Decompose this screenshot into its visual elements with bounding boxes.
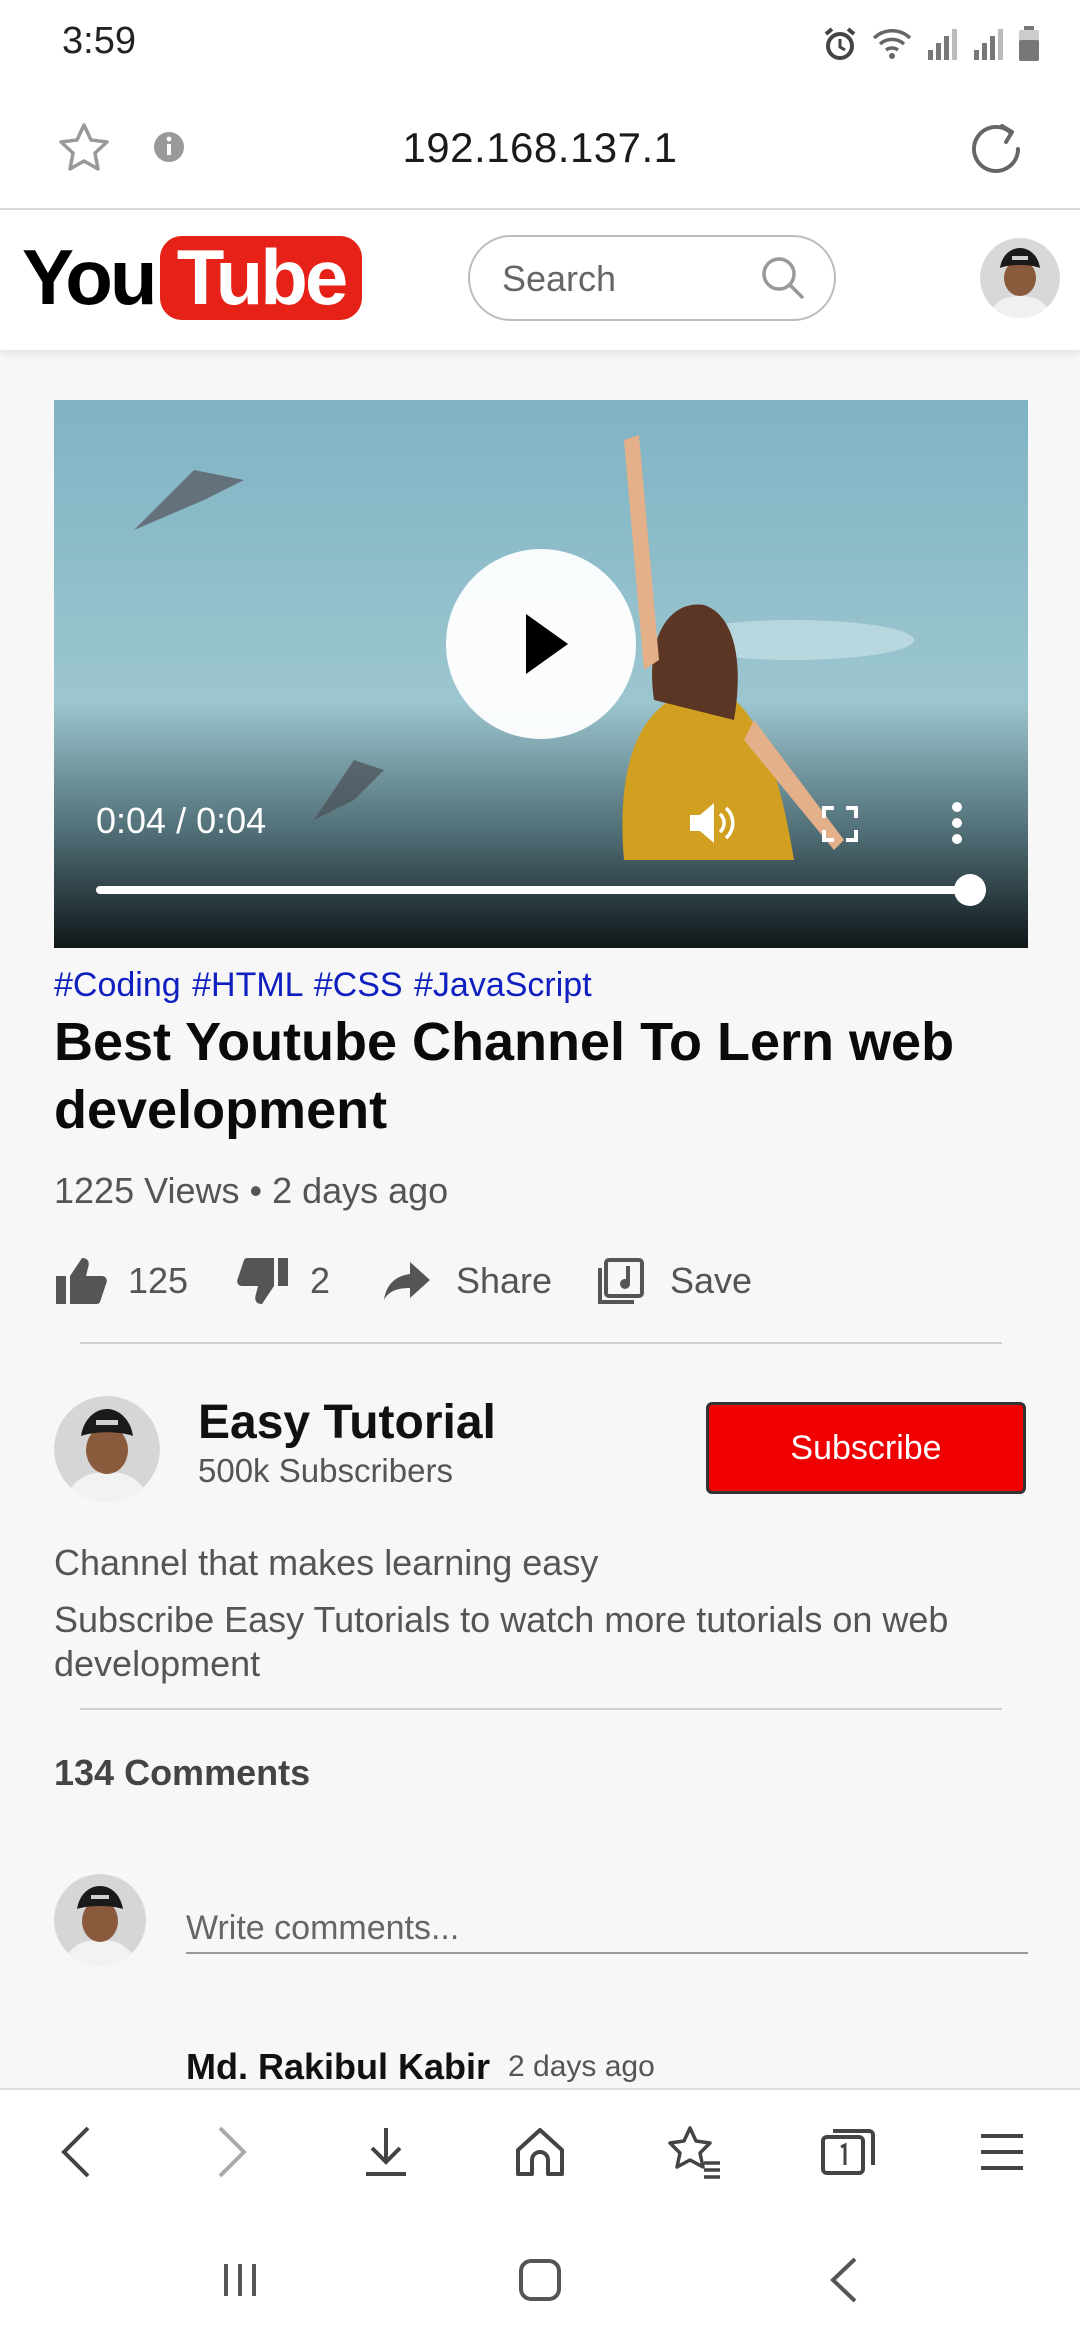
thumbs-down-icon[interactable]: [236, 1256, 290, 1306]
status-icons: [822, 22, 1040, 66]
logo-tube-text[interactable]: Tube: [160, 232, 362, 323]
comment-author[interactable]: Md. Rakibul Kabir: [186, 2046, 490, 2088]
signal-1-icon: [928, 29, 957, 60]
channel-description-line1: Channel that makes learning easy: [54, 1542, 599, 1583]
volume-icon[interactable]: [688, 800, 738, 846]
video-progress-handle[interactable]: [954, 874, 986, 906]
recent-apps-icon[interactable]: [220, 2260, 260, 2300]
download-icon[interactable]: [364, 2126, 408, 2178]
channel-avatar[interactable]: [54, 1396, 160, 1502]
system-back-button[interactable]: [814, 2250, 874, 2310]
home-icon[interactable]: [514, 2126, 566, 2178]
bookmark-list-icon[interactable]: [666, 2125, 722, 2179]
share-label[interactable]: Share: [456, 1260, 552, 1302]
comments-count: 134 Comments: [54, 1752, 311, 1793]
current-user-avatar: [54, 1874, 146, 1966]
back-button[interactable]: [44, 2120, 108, 2184]
dislike-count: 2: [310, 1260, 331, 1301]
subscribe-button[interactable]: Subscribe: [706, 1402, 1026, 1494]
menu-button[interactable]: [970, 2120, 1034, 2184]
thumbs-up-icon[interactable]: [54, 1256, 108, 1306]
video-time: 0:04 / 0:04: [96, 800, 267, 841]
system-back-icon[interactable]: [829, 2257, 859, 2303]
reload-icon[interactable]: [966, 118, 1026, 178]
downloads-button[interactable]: [354, 2120, 418, 2184]
playlist-add-icon[interactable]: [598, 1258, 644, 1304]
like-count: 125: [128, 1260, 189, 1301]
video-progress-bar[interactable]: [96, 886, 970, 894]
play-icon[interactable]: [522, 612, 572, 676]
recent-apps-button[interactable]: [210, 2250, 270, 2310]
status-time: 3:59: [62, 20, 136, 62]
bookmarks-button[interactable]: [662, 2120, 726, 2184]
search-icon[interactable]: [760, 255, 806, 301]
channel-description-line2: Subscribe Easy Tutorials to watch more t…: [54, 1599, 949, 1684]
signal-2-icon: [974, 29, 1003, 60]
video-tags[interactable]: #Coding #HTML #CSS #JavaScript: [54, 966, 592, 1005]
channel-subscribers: 500k Subscribers: [198, 1452, 453, 1489]
divider: [80, 1342, 1002, 1344]
save-label[interactable]: Save: [670, 1260, 752, 1302]
save-button[interactable]: Save: [598, 1256, 752, 1306]
logo-you-text[interactable]: You: [22, 232, 158, 323]
tabs-button[interactable]: [816, 2120, 880, 2184]
video-title: Best Youtube Channel To Lern web develop…: [54, 1012, 955, 1140]
home-button[interactable]: [508, 2120, 572, 2184]
fullscreen-icon[interactable]: [820, 804, 860, 844]
comment-input[interactable]: [186, 1904, 1028, 1954]
more-options-icon[interactable]: [950, 800, 964, 846]
url-text[interactable]: 192.168.137.1: [0, 124, 1080, 172]
system-home-button[interactable]: [510, 2250, 570, 2310]
like-button[interactable]: 125: [54, 1256, 188, 1306]
chevron-right-icon[interactable]: [216, 2126, 248, 2178]
alarm-icon: [824, 27, 856, 60]
forward-button[interactable]: [200, 2120, 264, 2184]
wifi-icon: [872, 29, 912, 59]
channel-name[interactable]: Easy Tutorial: [198, 1395, 496, 1450]
dislike-button[interactable]: 2: [236, 1256, 330, 1306]
home-square-icon[interactable]: [517, 2257, 563, 2303]
hamburger-menu-icon[interactable]: [979, 2132, 1025, 2172]
comment-timestamp: 2 days ago: [508, 2050, 655, 2083]
video-meta: 1225 Views • 2 days ago: [54, 1170, 449, 1211]
user-avatar[interactable]: [980, 238, 1060, 318]
chevron-left-icon[interactable]: [60, 2126, 92, 2178]
tabs-icon[interactable]: [821, 2127, 875, 2177]
search-placeholder[interactable]: Search: [502, 258, 616, 300]
share-icon[interactable]: [382, 1260, 432, 1302]
battery-icon: [1019, 26, 1039, 61]
divider: [80, 1708, 1002, 1710]
share-button[interactable]: Share: [382, 1256, 552, 1306]
